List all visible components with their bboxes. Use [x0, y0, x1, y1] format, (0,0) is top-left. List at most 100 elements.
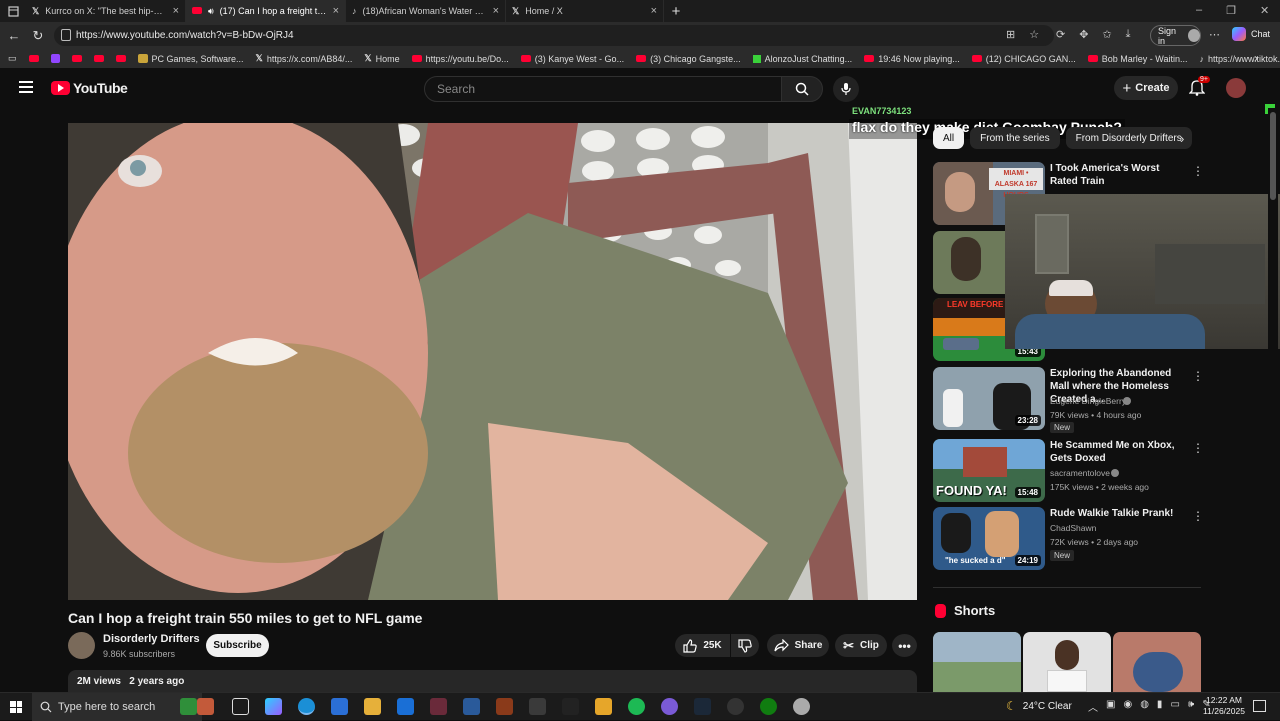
- notifications-button[interactable]: 9+: [1188, 76, 1210, 101]
- account-avatar[interactable]: [1226, 78, 1246, 98]
- bookmark-item[interactable]: [50, 54, 60, 63]
- browser-tab-3[interactable]: ♪ (18)African Woman's Water Throw ×: [346, 0, 506, 22]
- kebab-menu-icon[interactable]: ⋮: [1192, 369, 1204, 383]
- refresh-icon[interactable]: ↻: [26, 24, 50, 48]
- related-thumbnail[interactable]: "he sucked a d" 24:19: [933, 507, 1045, 570]
- channel-name[interactable]: Disorderly Drifters: [103, 633, 200, 645]
- chevron-up-icon[interactable]: ︿: [1088, 699, 1098, 714]
- bookmark-item[interactable]: (12) CHICAGO GAN...: [971, 54, 1076, 64]
- description-box[interactable]: 2M views 2 years ago: [68, 670, 917, 692]
- related-channel[interactable]: Eugene DingleBerry: [1050, 396, 1126, 406]
- chip-all[interactable]: All: [933, 127, 965, 149]
- app-taskbar-icon-1[interactable]: [430, 698, 447, 715]
- browser-tab-4[interactable]: 𝕏 Home / X ×: [506, 0, 664, 22]
- subscribe-button[interactable]: Subscribe: [206, 634, 269, 657]
- site-info-icon[interactable]: [61, 29, 71, 41]
- edge-taskbar-icon[interactable]: [298, 698, 315, 715]
- bookmark-item[interactable]: [28, 55, 39, 62]
- app-taskbar-icon-9[interactable]: [793, 698, 810, 715]
- related-title[interactable]: Rude Walkie Talkie Prank!: [1050, 507, 1186, 520]
- notification-center-icon[interactable]: [1253, 700, 1266, 712]
- url-bar[interactable]: https://www.youtube.com/watch?v=B-bDw-Oj…: [54, 25, 1054, 46]
- scrollbar-thumb[interactable]: [1270, 112, 1276, 200]
- bookmark-item[interactable]: ♪https://www.tiktok.c...: [1199, 54, 1280, 64]
- search-button[interactable]: [781, 76, 823, 102]
- more-actions-button[interactable]: •••: [892, 634, 917, 657]
- volume-icon[interactable]: 🕪︎: [1188, 699, 1194, 714]
- sign-in-button[interactable]: Sign in: [1150, 25, 1201, 46]
- windows-start-icon[interactable]: [10, 701, 22, 713]
- store-taskbar-icon[interactable]: [331, 698, 348, 715]
- bookmark-item[interactable]: AlonzoJust Chatting...: [752, 54, 852, 64]
- weather-widget[interactable]: ☾ 24°C Clear: [1006, 699, 1072, 713]
- favorites-icon[interactable]: ✩: [1102, 28, 1111, 41]
- short-thumbnail[interactable]: [1113, 632, 1201, 692]
- close-tab-icon[interactable]: ×: [651, 5, 657, 17]
- close-window-icon[interactable]: ✕: [1260, 4, 1269, 17]
- sync-icon[interactable]: ⟳: [1056, 28, 1065, 41]
- restore-icon[interactable]: ❐: [1226, 4, 1236, 17]
- app-available-icon[interactable]: ⊞: [1006, 28, 1015, 41]
- search-input[interactable]: Search: [424, 76, 782, 102]
- clip-button[interactable]: ✂ Clip: [835, 634, 887, 657]
- taskbar-search[interactable]: Type here to search: [32, 693, 202, 721]
- copilot-chat-button[interactable]: Chat: [1232, 27, 1270, 41]
- search-highlight-icon-2[interactable]: [197, 698, 214, 715]
- app-taskbar-icon-6[interactable]: [595, 698, 612, 715]
- spotify-icon[interactable]: [628, 698, 645, 715]
- app-taskbar-icon-2[interactable]: [463, 698, 480, 715]
- collections-icon[interactable]: ▭: [8, 53, 17, 64]
- clock[interactable]: 12:22 AM 11/26/2025: [1200, 695, 1248, 717]
- related-channel[interactable]: sacramentolove: [1050, 468, 1110, 478]
- kebab-menu-icon[interactable]: ⋮: [1192, 441, 1204, 455]
- bookmark-item[interactable]: https://youtu.be/Do...: [411, 54, 509, 64]
- browser-tab-1[interactable]: 𝕏 Kurrco on X: "The best hip-hop a ×: [26, 0, 186, 22]
- bookmark-item[interactable]: Bob Marley - Waitin...: [1087, 54, 1187, 64]
- app-taskbar-icon-8[interactable]: [727, 698, 744, 715]
- kebab-menu-icon[interactable]: ⋮: [1192, 509, 1204, 523]
- related-title[interactable]: He Scammed Me on Xbox, Gets Doxed: [1050, 439, 1186, 465]
- xbox-icon[interactable]: [760, 698, 777, 715]
- tray-app-icon[interactable]: ◍: [1140, 699, 1149, 714]
- search-highlight-icon[interactable]: [180, 698, 197, 715]
- tray-app-icon[interactable]: ▮: [1157, 699, 1163, 714]
- new-tab-icon[interactable]: +: [664, 0, 688, 23]
- kebab-menu-icon[interactable]: ⋮: [1192, 164, 1204, 178]
- chip-from-channel[interactable]: From Disorderly Drifters: [1065, 127, 1192, 149]
- mail-taskbar-icon[interactable]: [397, 698, 414, 715]
- bookmark-item[interactable]: (3) Chicago Gangste...: [636, 54, 741, 64]
- related-thumbnail[interactable]: 23:28: [933, 367, 1045, 430]
- download-icon[interactable]: ⤓: [1126, 28, 1131, 41]
- browser-tab-2[interactable]: 🔊︎ (17) Can I hop a freight train ×: [186, 0, 346, 22]
- short-thumbnail[interactable]: [933, 632, 1021, 692]
- network-icon[interactable]: ▭: [1170, 699, 1179, 714]
- chips-next-icon[interactable]: ›: [1180, 131, 1184, 146]
- bookmark-item[interactable]: PC Games, Software...: [137, 54, 244, 64]
- bookmarks-overflow-icon[interactable]: ›: [1254, 51, 1258, 65]
- back-icon[interactable]: ←: [2, 24, 26, 48]
- steam-icon[interactable]: [694, 698, 711, 715]
- bookmark-item[interactable]: 𝕏 Home: [364, 53, 399, 64]
- youtube-logo[interactable]: YouTube: [51, 80, 128, 96]
- like-button[interactable]: 25K: [675, 634, 730, 657]
- dislike-button[interactable]: [731, 634, 759, 657]
- share-button[interactable]: Share: [767, 634, 829, 657]
- copilot-taskbar-icon[interactable]: [265, 698, 282, 715]
- tray-app-icon[interactable]: ◉: [1123, 699, 1132, 714]
- close-tab-icon[interactable]: ×: [173, 5, 179, 17]
- tab-actions-icon[interactable]: [0, 0, 26, 23]
- file-explorer-icon[interactable]: [364, 698, 381, 715]
- extensions-icon[interactable]: ✥: [1079, 28, 1088, 41]
- tray-app-icon[interactable]: ▣: [1106, 699, 1115, 714]
- minimize-icon[interactable]: –: [1196, 4, 1202, 17]
- menu-icon[interactable]: [19, 81, 33, 93]
- favorite-star-icon[interactable]: ☆: [1029, 28, 1039, 41]
- bookmark-item[interactable]: 𝕏https://x.com/AB84/...: [256, 53, 353, 64]
- related-channel[interactable]: ChadShawn: [1050, 523, 1096, 533]
- page-scrollbar[interactable]: [1268, 108, 1278, 692]
- chip-from-series[interactable]: From the series: [970, 127, 1060, 149]
- create-button[interactable]: + Create: [1114, 76, 1178, 100]
- channel-avatar[interactable]: [68, 632, 95, 659]
- speaker-icon[interactable]: 🔊︎: [208, 6, 214, 17]
- bookmark-item[interactable]: (3) Kanye West - Go...: [520, 54, 624, 64]
